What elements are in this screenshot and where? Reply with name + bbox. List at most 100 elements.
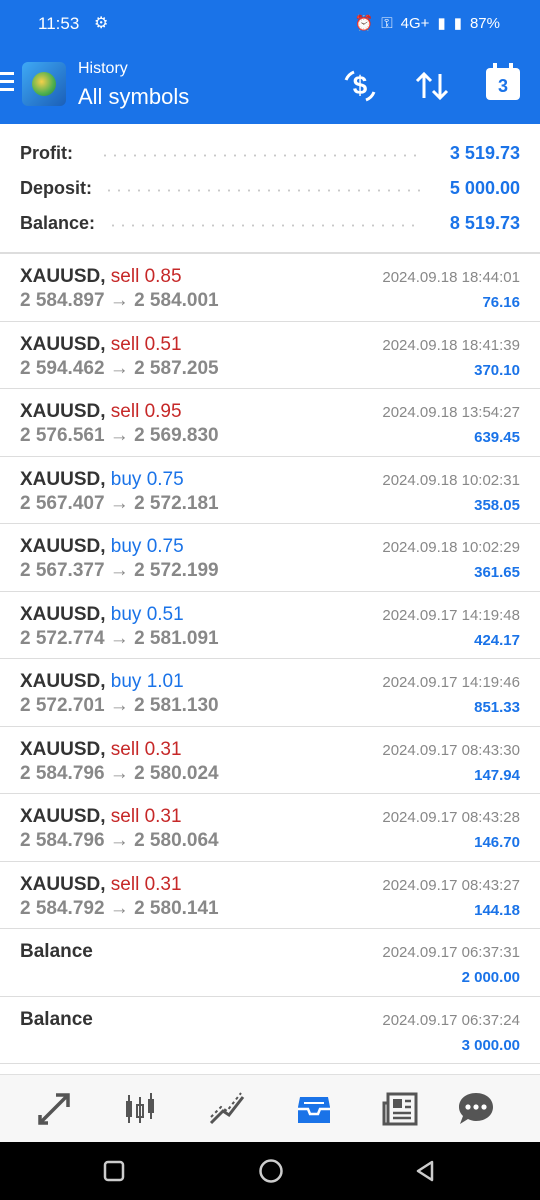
dotted-leader bbox=[104, 189, 420, 192]
deal-symbol: XAUUSD, buy 0.75 bbox=[20, 536, 184, 558]
deal-profit: 76.16 bbox=[482, 294, 520, 311]
deal-side-volume: buy 0.75 bbox=[110, 468, 184, 490]
deal-profit: 358.05 bbox=[474, 496, 520, 514]
deal-symbol: Balance bbox=[20, 941, 93, 963]
deal-prices: 2 584.792 → 2 580.141 bbox=[20, 897, 219, 919]
tab-chart[interactable] bbox=[207, 1089, 247, 1129]
deal-row[interactable]: XAUUSD, sell 0.95 2 576.561 → 2 569.830 20… bbox=[0, 389, 540, 457]
deal-symbol: XAUUSD, sell 0.95 bbox=[20, 401, 182, 423]
profit-mode-button[interactable]: $ bbox=[340, 66, 380, 106]
deal-time: 2024.09.17 14:19:46 bbox=[382, 674, 520, 691]
network-type: 4G+ bbox=[400, 14, 430, 32]
deal-time: 2024.09.17 08:43:30 bbox=[382, 741, 520, 759]
deal-time: 2024.09.17 08:43:27 bbox=[382, 876, 520, 894]
deal-row[interactable]: XAUUSD, buy 0.75 2 567.377 → 2 572.199 202… bbox=[0, 524, 540, 592]
deal-time: 2024.09.18 18:41:39 bbox=[382, 336, 520, 354]
summary-profit: Profit: 3 519.73 bbox=[0, 136, 540, 171]
deal-row[interactable]: XAUUSD, sell 0.51 2 594.462 → 2 587.205 20… bbox=[0, 322, 540, 389]
deal-symbol: XAUUSD, sell 0.85 bbox=[20, 266, 182, 288]
tab-trade[interactable] bbox=[34, 1089, 74, 1129]
summary-panel: Profit: 3 519.73 Deposit: 5 000.00 Balan… bbox=[0, 136, 540, 241]
deal-row[interactable]: XAUUSD, buy 0.51 2 572.774 → 2 581.091 202… bbox=[0, 592, 540, 659]
sort-arrows-icon bbox=[415, 71, 449, 101]
deal-time: 2024.09.18 13:54:27 bbox=[382, 404, 520, 421]
deal-prices: 2 572.774 → 2 581.091 bbox=[20, 627, 219, 649]
chart-icon bbox=[209, 1092, 245, 1125]
deal-prices: 2 567.407 → 2 572.181 bbox=[20, 492, 219, 514]
deal-row[interactable]: Balance 2024.09.17 06:37:24 3 000.00 bbox=[0, 997, 540, 1064]
deal-profit: 146.70 bbox=[474, 834, 520, 851]
trade-arrows-icon bbox=[38, 1093, 70, 1125]
calendar-day: 3 bbox=[497, 76, 508, 96]
symbol-name: XAUUSD, bbox=[20, 738, 106, 760]
deal-prices: 2 572.701 → 2 581.130 bbox=[20, 695, 219, 716]
deal-row[interactable]: XAUUSD, sell 0.31 2 584.796 → 2 580.024 20… bbox=[0, 727, 540, 794]
symbol-name: XAUUSD, bbox=[20, 401, 106, 422]
symbol-selector[interactable]: All symbols bbox=[78, 84, 189, 110]
deal-row[interactable]: XAUUSD, sell 0.31 2 584.792 → 2 580.141 20… bbox=[0, 862, 540, 929]
key-icon: ⚿ bbox=[381, 14, 393, 32]
battery-percent: 87% bbox=[469, 14, 500, 32]
deal-profit: 424.17 bbox=[474, 631, 520, 649]
menu-icon[interactable] bbox=[0, 72, 14, 92]
deal-side-volume: sell 0.95 bbox=[110, 401, 182, 422]
recents-button[interactable] bbox=[103, 1160, 125, 1187]
deal-side-volume: buy 0.51 bbox=[110, 603, 184, 625]
tab-chat[interactable] bbox=[456, 1089, 496, 1129]
tab-news[interactable] bbox=[380, 1089, 420, 1129]
svg-text:$: $ bbox=[353, 70, 368, 100]
deal-time: 2024.09.18 18:44:01 bbox=[382, 269, 520, 286]
deal-symbol: XAUUSD, buy 1.01 bbox=[20, 671, 184, 693]
deal-prices: 2 594.462 → 2 587.205 bbox=[20, 357, 219, 379]
deal-time: 2024.09.17 06:37:24 bbox=[382, 1011, 520, 1029]
app-bar: History All symbols $ 3 bbox=[0, 48, 540, 124]
symbol-name: XAUUSD, bbox=[20, 468, 106, 490]
home-button[interactable] bbox=[258, 1158, 284, 1189]
deals-list: XAUUSD, sell 0.85 2 584.897 → 2 584.001 20… bbox=[0, 254, 540, 1064]
symbol-name: XAUUSD, bbox=[20, 806, 106, 827]
deal-row[interactable]: XAUUSD, buy 0.75 2 567.407 → 2 572.181 202… bbox=[0, 457, 540, 524]
tab-history[interactable] bbox=[294, 1089, 334, 1129]
alarm-icon: ⏰ bbox=[354, 15, 374, 32]
summary-value: 8 519.73 bbox=[449, 213, 520, 233]
deal-prices: 2 584.796 → 2 580.064 bbox=[20, 830, 219, 851]
deal-symbol: XAUUSD, sell 0.31 bbox=[20, 874, 182, 896]
deal-time: 2024.09.17 14:19:48 bbox=[382, 606, 520, 624]
deal-row[interactable]: XAUUSD, sell 0.85 2 584.897 → 2 584.001 20… bbox=[0, 254, 540, 322]
symbol-name: XAUUSD, bbox=[20, 266, 106, 287]
quotes-candles-icon bbox=[126, 1093, 154, 1123]
deal-prices: 2 584.796 → 2 580.024 bbox=[20, 762, 219, 784]
status-bar: 11:53 ⚙ ⏰ ⚿ 4G+ ▮ ▮ 87% bbox=[0, 0, 540, 48]
dotted-leader bbox=[108, 224, 420, 227]
recents-square-icon bbox=[103, 1160, 125, 1182]
deal-side-volume: sell 0.31 bbox=[110, 738, 182, 760]
deal-prices: 2 576.561 → 2 569.830 bbox=[20, 425, 219, 446]
dotted-leader bbox=[100, 154, 420, 157]
back-triangle-icon bbox=[416, 1160, 434, 1182]
deal-row[interactable]: XAUUSD, buy 1.01 2 572.701 → 2 581.130 202… bbox=[0, 659, 540, 727]
deal-side-volume: sell 0.31 bbox=[110, 806, 182, 827]
deal-side-volume: sell 0.31 bbox=[110, 873, 182, 895]
summary-label: Deposit: bbox=[20, 178, 92, 198]
deal-side-volume: sell 0.85 bbox=[110, 266, 182, 287]
symbol-name: XAUUSD, bbox=[20, 603, 106, 625]
deal-profit: 147.94 bbox=[474, 766, 520, 784]
deal-row[interactable]: Balance 2024.09.17 06:37:31 2 000.00 bbox=[0, 929, 540, 997]
settings-gear-icon: ⚙ bbox=[94, 15, 109, 32]
deal-profit: 370.10 bbox=[474, 361, 520, 379]
summary-label: Balance: bbox=[20, 213, 96, 233]
summary-value: 5 000.00 bbox=[449, 178, 520, 198]
back-button[interactable] bbox=[414, 1160, 436, 1187]
news-icon bbox=[382, 1092, 418, 1126]
deal-symbol: XAUUSD, sell 0.51 bbox=[20, 334, 182, 356]
sort-button[interactable] bbox=[412, 66, 452, 106]
deal-time: 2024.09.17 06:37:31 bbox=[382, 944, 520, 961]
tab-quotes[interactable] bbox=[120, 1089, 160, 1129]
symbol-name: XAUUSD, bbox=[20, 333, 106, 355]
deal-symbol: XAUUSD, sell 0.31 bbox=[20, 806, 182, 828]
system-nav-bar bbox=[0, 1142, 540, 1200]
deal-symbol: XAUUSD, sell 0.31 bbox=[20, 739, 182, 761]
calendar-button[interactable]: 3 bbox=[486, 63, 520, 100]
deal-row[interactable]: XAUUSD, sell 0.31 2 584.796 → 2 580.064 20… bbox=[0, 794, 540, 862]
deal-time: 2024.09.17 08:43:28 bbox=[382, 809, 520, 826]
